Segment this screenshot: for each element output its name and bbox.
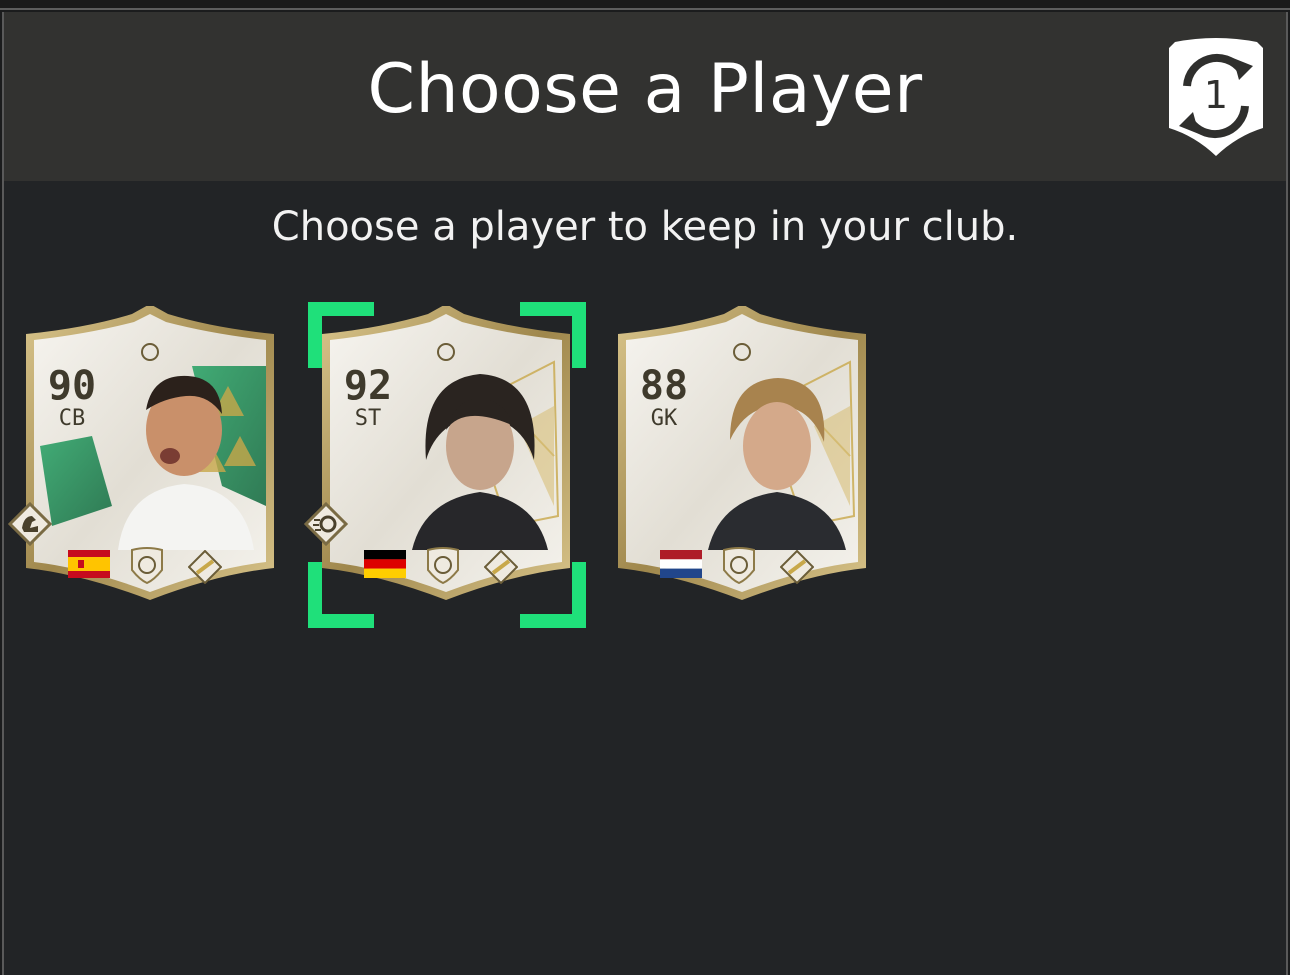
badge-count: 1 [1204, 73, 1228, 117]
player-portrait [708, 378, 846, 550]
page-title: Choose a Player [367, 50, 923, 129]
rarity-icon [188, 550, 222, 584]
netherlands-flag-icon [660, 550, 702, 578]
player-position: ST [354, 406, 382, 431]
icon-club-crest-icon [427, 547, 459, 584]
player-rating: 88 [639, 363, 689, 409]
instruction-text: Choose a player to keep in your club. [271, 204, 1019, 250]
header-bar: Choose a Player 1 [4, 12, 1286, 181]
germany-flag-icon [364, 550, 406, 578]
player-position: GK [650, 406, 678, 431]
player-position: CB [58, 406, 86, 431]
spain-flag-icon [68, 550, 110, 578]
flexed-arm-icon [8, 502, 52, 546]
player-rating: 92 [343, 363, 393, 409]
rarity-icon [780, 550, 814, 584]
icon-club-crest-icon [723, 547, 755, 584]
icon-club-crest-icon [131, 547, 163, 584]
player-card-1[interactable]: 90 CB [8, 306, 278, 602]
player-portrait [118, 375, 254, 550]
player-card-3[interactable]: 88 GK [614, 306, 870, 602]
player-card-2[interactable]: 92 ST [304, 306, 574, 602]
player-portrait [412, 374, 548, 550]
player-rating: 90 [47, 363, 97, 409]
power-shot-icon [304, 502, 348, 546]
rarity-icon [484, 550, 518, 584]
swap-count-shield-icon: 1 [1169, 38, 1263, 156]
top-strip [0, 0, 1290, 10]
